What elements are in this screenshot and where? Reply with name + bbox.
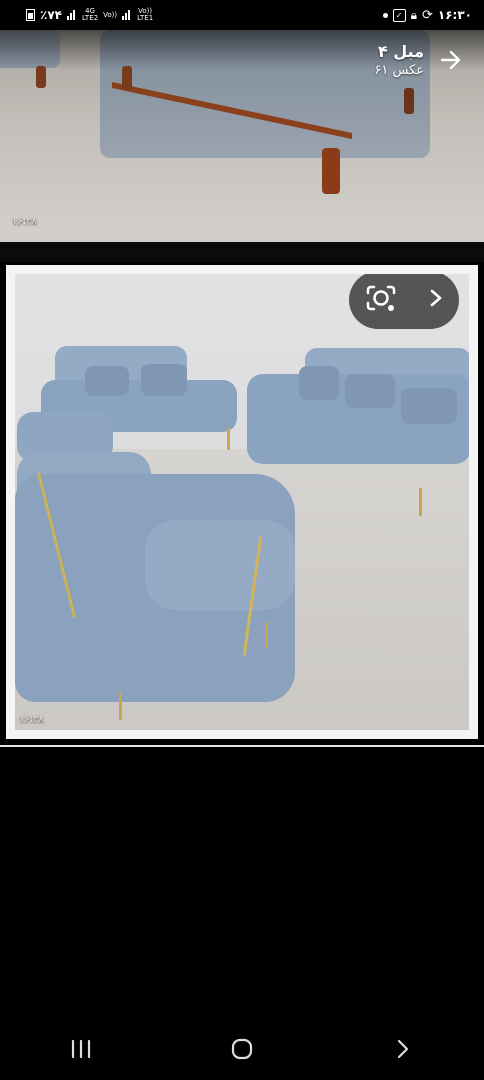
album-info: مبل ۴ ۶۱ عکس bbox=[374, 42, 424, 78]
signal-icon bbox=[66, 10, 77, 20]
gold-leg bbox=[119, 692, 122, 720]
cushion bbox=[345, 374, 395, 408]
home-icon[interactable] bbox=[212, 1024, 272, 1074]
album-header: مبل ۴ ۶۱ عکس bbox=[374, 42, 464, 78]
status-right: ✓ 🔒︎ ⟳ ۱۶:۳۰ bbox=[382, 7, 472, 23]
check-notification-icon: ✓ bbox=[392, 8, 406, 22]
photo-timestamp: ۱۶:۲۸ bbox=[12, 216, 37, 227]
notification-dot-icon bbox=[382, 12, 388, 18]
cushion bbox=[141, 364, 187, 396]
gold-leg bbox=[227, 428, 230, 450]
gold-leg bbox=[419, 488, 422, 516]
album-photo-count: ۶۱ عکس bbox=[374, 63, 424, 78]
card-edge bbox=[0, 745, 484, 747]
google-lens-button[interactable] bbox=[349, 274, 459, 329]
lock-icon: 🔒︎ bbox=[410, 7, 417, 22]
status-left: ٪۷۴ 4G LTE2 Vo)) Vo)) LTE1 bbox=[26, 8, 153, 22]
arrow-right-icon[interactable] bbox=[438, 47, 464, 73]
cushion bbox=[85, 366, 129, 396]
sofa-leg bbox=[322, 148, 340, 194]
recents-icon[interactable] bbox=[51, 1024, 111, 1074]
battery-level: ٪۷۴ bbox=[40, 8, 62, 22]
cushion bbox=[401, 388, 457, 424]
sync-icon: ⟳ bbox=[421, 7, 433, 23]
back-icon[interactable] bbox=[373, 1024, 433, 1074]
photo-card[interactable]: ۱۶:۲۸ bbox=[6, 265, 478, 739]
signal-icon bbox=[122, 10, 132, 20]
battery-icon bbox=[26, 9, 35, 21]
divider bbox=[0, 242, 484, 262]
volte-indicator-1: Vo)) bbox=[103, 10, 118, 19]
album-cover-photo[interactable]: مبل ۴ ۶۱ عکس ۱۶:۲۸ bbox=[0, 30, 484, 242]
sofa-leg bbox=[404, 88, 414, 114]
google-lens-icon[interactable] bbox=[364, 281, 398, 319]
armchair-arm bbox=[145, 520, 295, 610]
chevron-right-icon[interactable] bbox=[428, 287, 444, 313]
network-sub-1: LTE2 bbox=[81, 14, 99, 22]
gold-leg bbox=[265, 622, 268, 648]
navigation-bar bbox=[0, 1018, 484, 1080]
sofa-set-photo[interactable]: ۱۶:۲۸ bbox=[15, 274, 469, 730]
network-type-2: LTE1 bbox=[137, 14, 154, 22]
photo-timestamp: ۱۶:۲۸ bbox=[19, 714, 44, 725]
clock-time: ۱۶:۳۰ bbox=[437, 8, 472, 22]
network-indicator-2: Vo)) LTE1 bbox=[137, 8, 153, 22]
status-bar: ٪۷۴ 4G LTE2 Vo)) Vo)) LTE1 ✓ 🔒︎ ⟳ ۱۶:۳۰ bbox=[0, 0, 484, 30]
network-indicator-1: 4G LTE2 bbox=[82, 8, 98, 22]
album-title: مبل ۴ bbox=[377, 42, 424, 61]
cushion bbox=[299, 366, 339, 400]
